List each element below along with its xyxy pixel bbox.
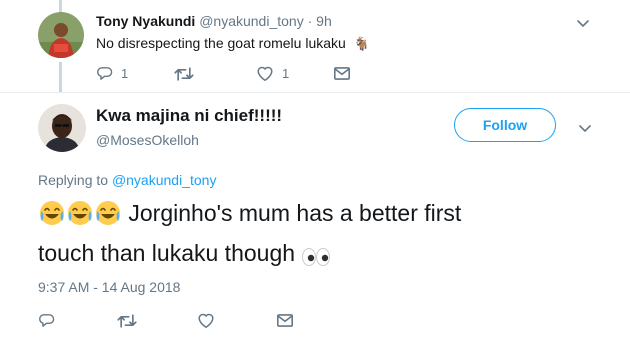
reply-icon <box>96 65 113 82</box>
main-chevron-down-icon[interactable] <box>578 121 592 139</box>
replying-prefix: Replying to <box>38 172 109 188</box>
reply-retweet-button[interactable] <box>174 66 194 82</box>
tweet-divider <box>0 92 630 93</box>
reply-reply-button[interactable]: 1 <box>96 65 128 82</box>
reply-separator: · <box>307 13 313 29</box>
thread-line-top <box>59 0 62 12</box>
laughing-emoji <box>38 199 122 236</box>
reply-author-name[interactable]: Tony Nyakundi <box>96 13 195 29</box>
main-retweet-button[interactable] <box>117 313 137 329</box>
like-count: 1 <box>282 66 290 81</box>
replying-to-link[interactable]: @nyakundi_tony <box>112 172 217 188</box>
reply-time[interactable]: 9h <box>316 13 332 29</box>
retweet-icon <box>117 313 137 329</box>
main-tweet-text: Jorginho's mum has a better first touch … <box>38 196 598 276</box>
like-icon <box>256 65 274 82</box>
direct-message-icon <box>277 314 293 327</box>
eyes-emoji <box>301 242 331 276</box>
main-reply-button[interactable] <box>38 312 55 329</box>
reply-author-handle[interactable]: @nyakundi_tony <box>199 13 304 29</box>
tweet-timestamp[interactable]: 9:37 AM - 14 Aug 2018 <box>38 279 180 295</box>
tweet-text-line-2: touch than lukaku though <box>38 240 296 266</box>
reply-text-body: No disrespecting the goat romelu lukaku <box>96 35 346 51</box>
reply-tweet-header: Tony Nyakundi @nyakundi_tony · 9h <box>96 13 332 29</box>
direct-message-icon <box>334 67 350 80</box>
main-like-button[interactable] <box>197 312 215 329</box>
reply-tweet-text: No disrespecting the goat romelu lukaku … <box>96 35 370 52</box>
reply-count: 1 <box>121 66 129 81</box>
goat-emoji: 🐐 <box>353 36 370 51</box>
reply-dm-button[interactable] <box>334 67 350 80</box>
reply-chevron-down-icon[interactable] <box>576 16 590 34</box>
retweet-icon <box>174 66 194 82</box>
thread-line-bottom <box>59 62 62 92</box>
reply-like-button[interactable]: 1 <box>256 65 289 82</box>
like-icon <box>197 312 215 329</box>
reply-author-avatar[interactable] <box>38 12 84 58</box>
reply-icon <box>38 312 55 329</box>
main-author-name[interactable]: Kwa majina ni chief!!!!! <box>96 106 282 126</box>
replying-to-line: Replying to @nyakundi_tony <box>38 172 216 188</box>
tweet-text-line-1: Jorginho's mum has a better first <box>128 200 462 226</box>
follow-button[interactable]: Follow <box>454 108 556 142</box>
main-dm-button[interactable] <box>277 314 293 327</box>
main-author-handle[interactable]: @MosesOkelloh <box>96 132 199 148</box>
main-author-avatar[interactable] <box>38 104 86 152</box>
